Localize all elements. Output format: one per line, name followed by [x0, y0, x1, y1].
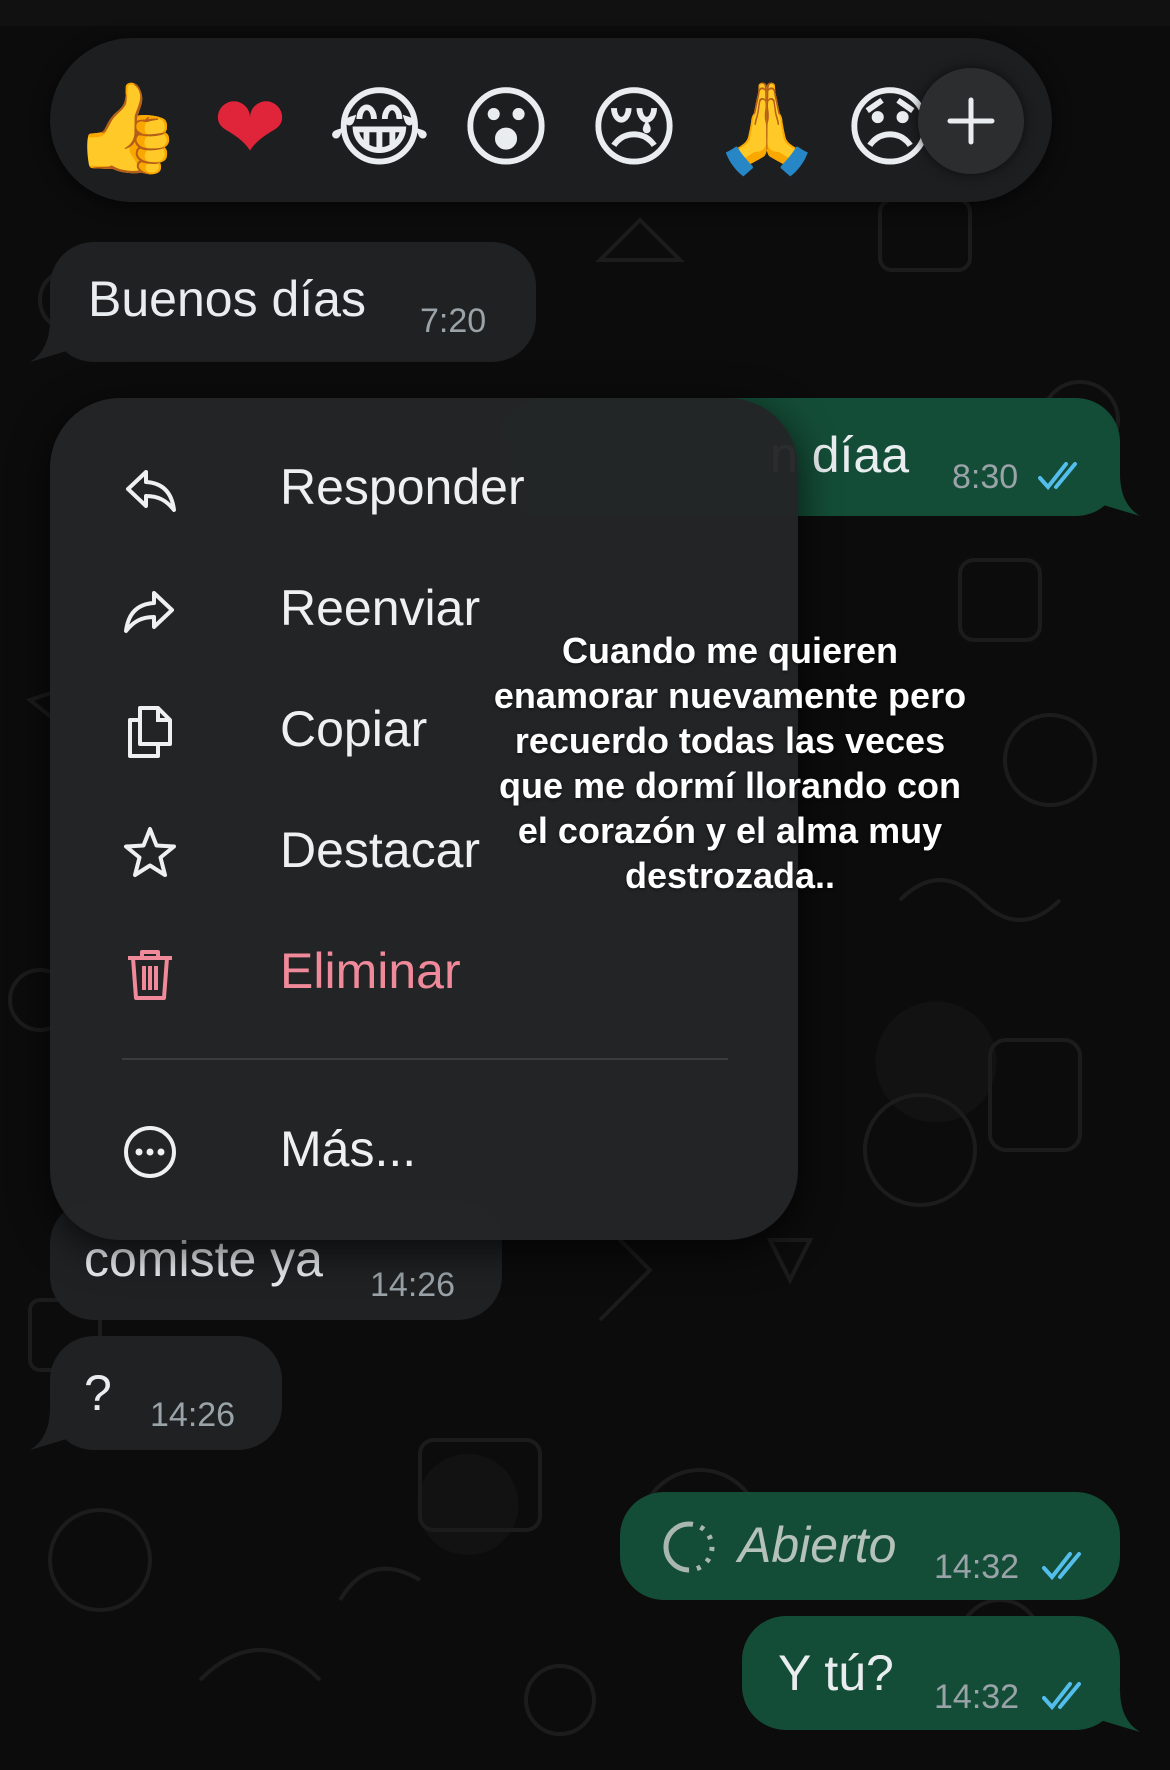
- menu-item-label: Destacar: [280, 822, 481, 878]
- menu-item-label: Reenviar: [280, 580, 481, 636]
- heart-icon[interactable]: ❤: [200, 78, 300, 178]
- menu-item-label: Responder: [280, 459, 525, 515]
- menu-item-delete[interactable]: Eliminar: [122, 926, 722, 1016]
- message-time: 14:26: [150, 1396, 236, 1434]
- plus-icon: [947, 97, 995, 145]
- message-bubble-outgoing[interactable]: Y tú? 14:32: [742, 1616, 1120, 1730]
- trash-icon: [128, 950, 172, 1000]
- bubble-tail: [1100, 474, 1140, 516]
- crying-icon[interactable]: 😢: [584, 78, 684, 178]
- menu-divider: [122, 1058, 728, 1060]
- message-text: Abierto: [738, 1517, 897, 1573]
- reply-icon: [126, 470, 176, 512]
- message-text: Buenos días: [88, 271, 366, 327]
- message-bubble-incoming[interactable]: Buenos días 7:20: [50, 242, 536, 362]
- bubble-tail: [30, 1408, 70, 1450]
- forward-icon: [124, 591, 174, 633]
- message-time: 14:26: [370, 1266, 456, 1304]
- bubble-tail: [30, 320, 70, 362]
- message-time: 8:30: [952, 458, 1019, 496]
- pray-icon[interactable]: 🙏: [712, 78, 822, 178]
- message-text: ?: [84, 1365, 112, 1421]
- laughing-icon[interactable]: 😂: [328, 78, 431, 178]
- message-time: 14:32: [934, 1548, 1020, 1586]
- message-text: Y tú?: [778, 1645, 894, 1701]
- copy-icon: [128, 706, 172, 758]
- surprised-icon[interactable]: 😮: [456, 78, 556, 178]
- overlay-caption: Cuando me quieren enamorar nuevamente pe…: [493, 630, 967, 896]
- status-bar: [0, 0, 1170, 26]
- more-reactions-button[interactable]: [918, 68, 1024, 174]
- read-receipt-icon: [1038, 462, 1077, 491]
- thumbs-up-icon[interactable]: 👍: [72, 78, 182, 178]
- message-time: 14:32: [934, 1678, 1020, 1716]
- message-time: 7:20: [420, 302, 487, 340]
- read-receipt-icon: [1042, 1682, 1081, 1711]
- menu-item-more[interactable]: Más...: [122, 1104, 722, 1194]
- read-receipt-icon: [1042, 1552, 1081, 1581]
- menu-item-label: Eliminar: [280, 943, 461, 999]
- menu-item-reply[interactable]: Responder: [122, 442, 722, 532]
- star-icon: [124, 827, 176, 877]
- reaction-bar: 👍 ❤ 😂 😮 😢 🙏 😞: [50, 38, 1052, 202]
- bubble-tail: [1100, 1690, 1140, 1732]
- message-bubble-outgoing[interactable]: Abierto 14:32: [620, 1492, 1120, 1600]
- menu-item-label: Copiar: [280, 701, 428, 757]
- menu-item-label: Más...: [280, 1121, 417, 1177]
- view-once-icon: [663, 1521, 715, 1573]
- message-bubble-incoming[interactable]: ? 14:26: [50, 1336, 282, 1450]
- more-icon: [124, 1126, 176, 1178]
